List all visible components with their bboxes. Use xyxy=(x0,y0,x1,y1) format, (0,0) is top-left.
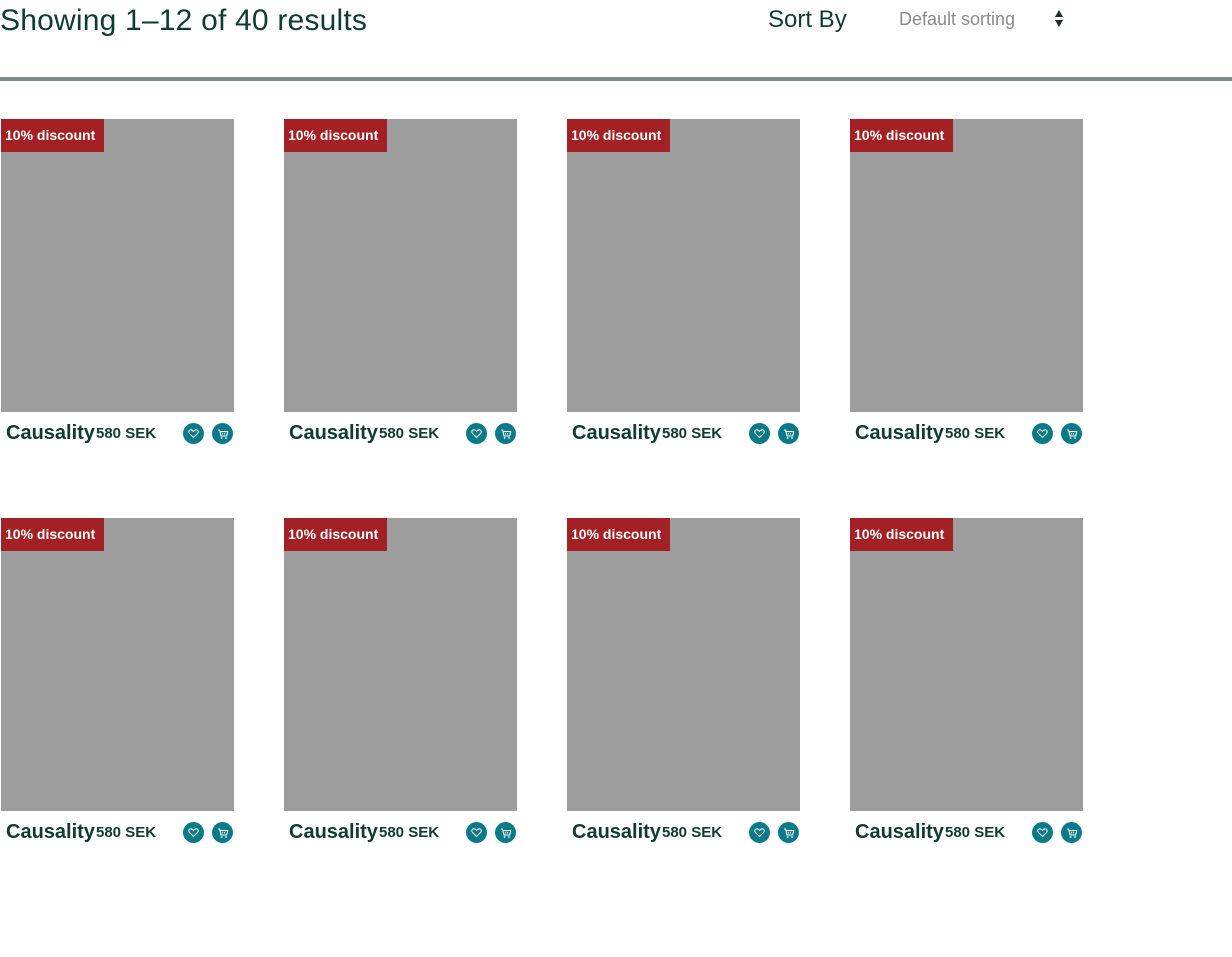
product-title[interactable]: Causality xyxy=(6,422,95,445)
add-to-cart-button[interactable] xyxy=(212,423,233,444)
heart-icon xyxy=(754,428,765,439)
product-title[interactable]: Causality xyxy=(289,422,378,445)
discount-badge: 10% discount xyxy=(850,119,953,152)
cart-icon xyxy=(217,827,229,839)
product-price: 580 SEK xyxy=(662,425,723,442)
add-to-wishlist-button[interactable] xyxy=(466,822,487,843)
product-title[interactable]: Causality xyxy=(6,821,95,844)
add-to-wishlist-button[interactable] xyxy=(183,822,204,843)
add-to-wishlist-button[interactable] xyxy=(749,822,770,843)
discount-badge: 10% discount xyxy=(567,119,670,152)
discount-badge: 10% discount xyxy=(567,518,670,551)
product-title[interactable]: Causality xyxy=(289,821,378,844)
product-card: 10% discount Causality 580 SEK xyxy=(849,119,1085,459)
discount-badge: 10% discount xyxy=(284,518,387,551)
add-to-cart-button[interactable] xyxy=(778,822,799,843)
product-image[interactable] xyxy=(850,119,1083,412)
heart-icon xyxy=(471,428,482,439)
add-to-cart-button[interactable] xyxy=(495,423,516,444)
discount-badge: 10% discount xyxy=(1,518,104,551)
heart-icon xyxy=(188,827,199,838)
add-to-cart-button[interactable] xyxy=(1061,822,1082,843)
cart-icon xyxy=(217,428,229,440)
product-card: 10% discount Causality 580 SEK xyxy=(0,518,236,858)
product-title[interactable]: Causality xyxy=(572,821,661,844)
product-image[interactable] xyxy=(1,119,234,412)
add-to-cart-button[interactable] xyxy=(212,822,233,843)
product-price: 580 SEK xyxy=(662,824,723,841)
product-card: 10% discount Causality 580 SEK xyxy=(566,119,802,459)
cart-icon xyxy=(500,827,512,839)
heart-icon xyxy=(1037,827,1048,838)
product-price: 580 SEK xyxy=(96,824,157,841)
product-grid: 10% discount Causality 580 SEK 10% discount… xyxy=(0,0,1232,957)
heart-icon xyxy=(471,827,482,838)
cart-icon xyxy=(783,827,795,839)
add-to-wishlist-button[interactable] xyxy=(1032,423,1053,444)
product-card: 10% discount Causality 580 SEK xyxy=(566,518,802,858)
discount-badge: 10% discount xyxy=(850,518,953,551)
add-to-wishlist-button[interactable] xyxy=(183,423,204,444)
product-price: 580 SEK xyxy=(96,425,157,442)
product-image[interactable] xyxy=(284,119,517,412)
product-price: 580 SEK xyxy=(379,824,440,841)
product-card: 10% discount Causality 580 SEK xyxy=(849,518,1085,858)
add-to-wishlist-button[interactable] xyxy=(1032,822,1053,843)
product-image[interactable] xyxy=(567,119,800,412)
add-to-wishlist-button[interactable] xyxy=(749,423,770,444)
heart-icon xyxy=(1037,428,1048,439)
add-to-cart-button[interactable] xyxy=(1061,423,1082,444)
product-price: 580 SEK xyxy=(945,824,1006,841)
cart-icon xyxy=(500,428,512,440)
product-price: 580 SEK xyxy=(379,425,440,442)
product-price: 580 SEK xyxy=(945,425,1006,442)
add-to-wishlist-button[interactable] xyxy=(466,423,487,444)
discount-badge: 10% discount xyxy=(284,119,387,152)
product-card: 10% discount Causality 580 SEK xyxy=(283,119,519,459)
cart-icon xyxy=(1066,428,1078,440)
product-card: 10% discount Causality 580 SEK xyxy=(283,518,519,858)
add-to-cart-button[interactable] xyxy=(778,423,799,444)
product-image[interactable] xyxy=(567,518,800,811)
heart-icon xyxy=(188,428,199,439)
product-title[interactable]: Causality xyxy=(572,422,661,445)
shop-page: Showing 1–12 of 40 results Sort By Defau… xyxy=(0,0,1232,957)
product-image[interactable] xyxy=(1,518,234,811)
product-image[interactable] xyxy=(850,518,1083,811)
add-to-cart-button[interactable] xyxy=(495,822,516,843)
cart-icon xyxy=(783,428,795,440)
product-card: 10% discount Causality 580 SEK xyxy=(0,119,236,459)
discount-badge: 10% discount xyxy=(1,119,104,152)
product-image[interactable] xyxy=(284,518,517,811)
product-title[interactable]: Causality xyxy=(855,821,944,844)
cart-icon xyxy=(1066,827,1078,839)
heart-icon xyxy=(754,827,765,838)
product-title[interactable]: Causality xyxy=(855,422,944,445)
